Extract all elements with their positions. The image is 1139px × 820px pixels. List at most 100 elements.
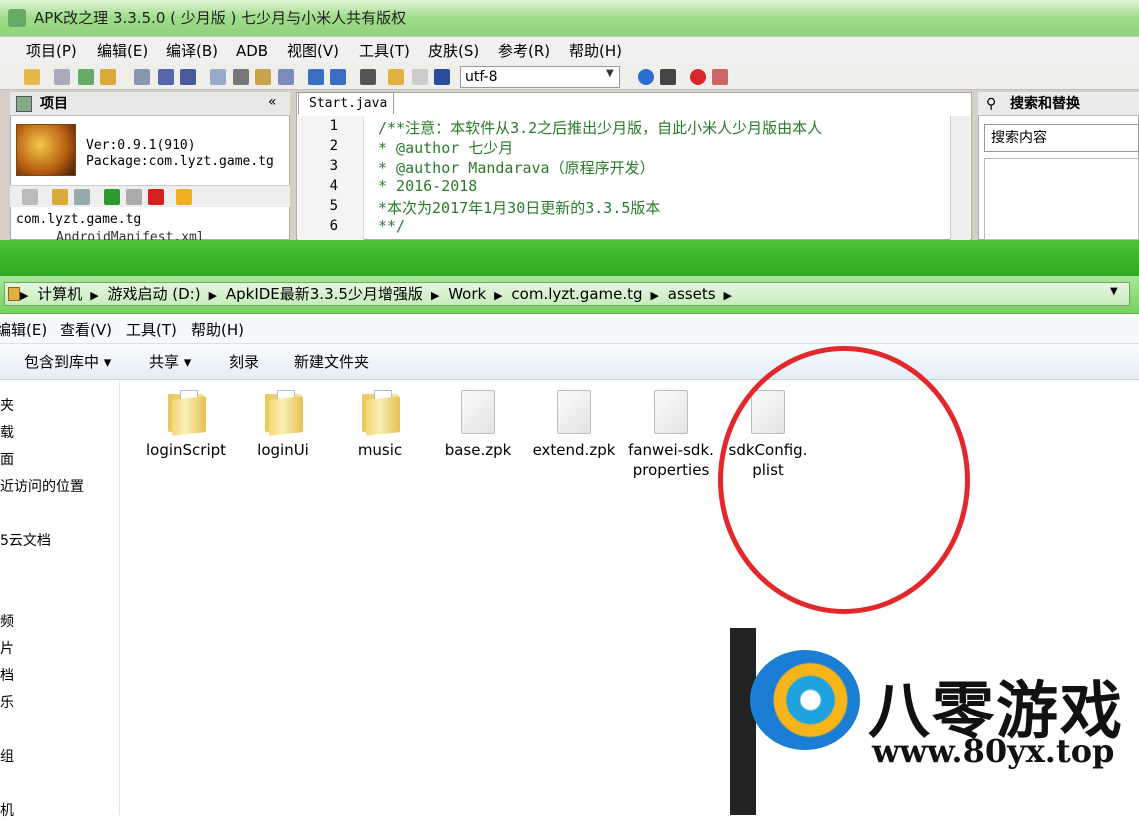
chevron-right-icon[interactable]: ▶ [651,289,659,302]
code-line: *本次为2017年1月30日更新的3.3.5版本 [378,199,661,217]
file-item[interactable]: base.zpk [435,390,521,460]
window-icon[interactable] [434,69,450,85]
menu-edit[interactable]: 编辑(E) [0,316,47,344]
nav-item[interactable]: 片 [0,638,14,658]
menu-build[interactable]: 编译(B) [166,37,218,65]
open-folder-icon[interactable] [388,69,404,85]
chevron-down-icon[interactable]: ▼ [1110,286,1118,297]
rename-icon[interactable] [126,189,142,205]
file-icon [461,390,495,434]
folder-icon[interactable] [100,69,116,85]
nav-item[interactable]: 机 [0,800,14,820]
file-item[interactable]: extend.zpk [531,390,617,460]
help-icon[interactable] [638,69,654,85]
chevron-right-icon[interactable]: ▶ [494,289,502,302]
tree-icon[interactable] [74,189,90,205]
breadcrumb-assets[interactable]: assets [668,285,716,303]
search-input[interactable]: 搜索内容 [984,124,1139,152]
watermark-brush-stroke [730,628,756,815]
delete-icon[interactable] [148,189,164,205]
breadcrumb-computer[interactable]: 计算机 [37,285,82,303]
vertical-scrollbar[interactable] [950,116,970,240]
menu-edit[interactable]: 编辑(E) [97,37,148,65]
menu-tools[interactable]: 工具(T) [126,316,177,344]
nav-item[interactable]: 档 [0,665,14,685]
menu-view[interactable]: 视图(V) [287,37,339,65]
menu-skin[interactable]: 皮肤(S) [428,37,479,65]
replace-icon[interactable] [278,69,294,85]
search-panel-title: 搜索和替换 [978,92,1139,116]
cut-icon[interactable] [233,69,249,85]
redo-icon[interactable] [330,69,346,85]
chevron-right-icon[interactable]: ▶ [209,289,217,302]
file-item[interactable]: loginScript [143,390,229,460]
nav-item[interactable]: 近访问的位置 [0,476,84,496]
star-icon[interactable] [176,189,192,205]
menu-help[interactable]: 帮助(H) [191,316,244,344]
chevron-right-icon[interactable]: ▶ [724,289,732,302]
breadcrumb-work[interactable]: Work [448,285,486,303]
chevron-right-icon: ▶ [20,289,29,302]
menu-tools[interactable]: 工具(T) [359,37,410,65]
weibo-icon[interactable] [690,69,706,85]
open-icon[interactable] [24,69,40,85]
collapse-button[interactable]: « [268,94,277,110]
chevron-right-icon[interactable]: ▶ [90,289,98,302]
bug-icon[interactable] [660,69,676,85]
home-icon[interactable] [712,69,728,85]
folder-icon [263,390,303,436]
add-icon[interactable] [104,189,120,205]
file-item[interactable]: music [337,390,423,460]
disabled-icon[interactable] [412,69,428,85]
include-in-library-button[interactable]: 包含到库中 ▾ [24,344,111,380]
code-line: * 2016-2018 [378,177,478,195]
folder-icon[interactable] [52,189,68,205]
new-project-icon[interactable] [54,69,70,85]
refresh-icon[interactable] [22,189,38,205]
app-icon [16,124,76,176]
file-name: loginScript [145,441,227,459]
breadcrumb-drive[interactable]: 游戏启动 (D:) [108,285,201,303]
undo-icon[interactable] [308,69,324,85]
find-icon[interactable] [360,69,376,85]
file-item[interactable]: loginUi [240,390,326,460]
nav-item[interactable]: 组 [0,746,14,766]
new-folder-button[interactable]: 新建文件夹 [294,344,369,380]
share-button[interactable]: 共享 ▾ [149,344,191,380]
android-icon [8,9,26,27]
menu-help[interactable]: 帮助(H) [569,37,622,65]
breadcrumb-package[interactable]: com.lyzt.game.tg [511,285,642,303]
burn-button[interactable]: 刻录 [229,344,259,380]
nav-item[interactable]: 频 [0,611,14,631]
nav-item[interactable]: 载 [0,422,14,442]
paste-icon[interactable] [255,69,271,85]
nav-item[interactable]: 乐 [0,692,14,712]
save-icon[interactable] [134,69,150,85]
swirl-logo-icon [750,650,860,750]
watermark-url: www.80yx.top [872,732,1115,770]
copy-icon[interactable] [210,69,226,85]
search-icon: ⚲ [986,96,997,112]
chevron-down-icon[interactable]: ▼ [606,68,614,79]
save-as-icon[interactable] [180,69,196,85]
build-icon[interactable] [78,69,94,85]
file-name: fanwei-sdk.properties [628,441,714,479]
menu-project[interactable]: 项目(P) [26,37,77,65]
tree-root[interactable]: com.lyzt.game.tg [16,212,141,227]
file-item[interactable]: fanwei-sdk.properties [628,390,714,480]
nav-item[interactable]: 夹 [0,395,14,415]
nav-item[interactable]: 面 [0,449,14,469]
breadcrumb-apkide[interactable]: ApkIDE最新3.3.5少月增强版 [226,285,423,303]
menu-view[interactable]: 查看(V) [60,316,112,344]
menu-reference[interactable]: 参考(R) [498,37,550,65]
explorer-menu-bar: 编辑(E) 查看(V) 工具(T) 帮助(H) [0,316,1139,344]
line-number: 1 [329,118,338,134]
apk-menu-bar: 项目(P) 编辑(E) 编译(B) ADB 视图(V) 工具(T) 皮肤(S) … [0,36,1139,64]
nav-item[interactable]: 5云文档 [0,530,51,550]
save-all-icon[interactable] [158,69,174,85]
encoding-select[interactable]: utf-8 [460,66,620,88]
chevron-right-icon[interactable]: ▶ [431,289,439,302]
menu-adb[interactable]: ADB [236,37,268,65]
tab-start-java[interactable]: Start.java [298,92,394,114]
code-line: * @author Mandarava（原程序开发） [378,159,655,177]
